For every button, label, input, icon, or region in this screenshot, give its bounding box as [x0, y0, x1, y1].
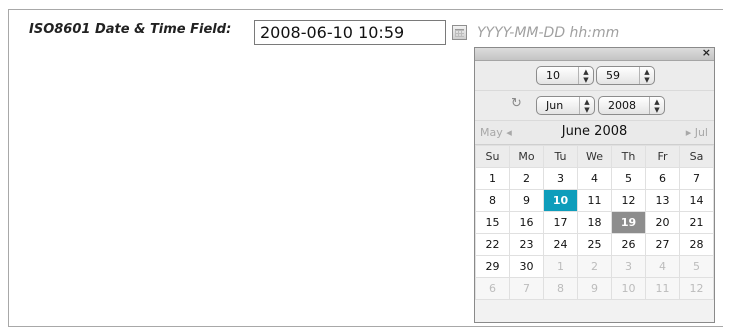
week-row: 15 16 17 18 19 20 21	[475, 211, 714, 234]
day-cell[interactable]: 25	[577, 233, 612, 256]
day-cell[interactable]: 5	[611, 167, 646, 190]
day-cell[interactable]: 6	[645, 167, 680, 190]
time-row: 10 ▲ ▼ 59 ▲ ▼	[475, 61, 714, 91]
next-month-button[interactable]: ▸ Jul	[686, 126, 708, 139]
day-cell[interactable]: 17	[543, 211, 578, 234]
day-cell[interactable]: 8	[543, 277, 578, 300]
day-cell[interactable]: 16	[509, 211, 544, 234]
day-cell[interactable]: 26	[611, 233, 646, 256]
day-cell[interactable]: 2	[577, 255, 612, 278]
year-select[interactable]: 2008 ▲ ▼	[598, 96, 665, 115]
day-cell[interactable]: 7	[509, 277, 544, 300]
day-cell[interactable]: 12	[679, 277, 714, 300]
day-cell[interactable]: 18	[577, 211, 612, 234]
week-row: 22 23 24 25 26 27 28	[475, 233, 714, 256]
day-cell[interactable]: 28	[679, 233, 714, 256]
year-value: 2008	[608, 99, 636, 112]
day-cell[interactable]: 2	[509, 167, 544, 190]
day-cell[interactable]: 3	[543, 167, 578, 190]
select-arrows-icon: ▲ ▼	[649, 97, 664, 114]
day-cell[interactable]: 5	[679, 255, 714, 278]
field-label: ISO8601 Date & Time Field:	[29, 22, 232, 37]
month-title: June 2008	[561, 124, 628, 139]
weekday-label: Mo	[509, 145, 544, 168]
weekday-label: Sa	[679, 145, 714, 168]
day-cell[interactable]: 9	[509, 189, 544, 212]
minute-select[interactable]: 59 ▲ ▼	[596, 66, 655, 85]
weekday-label: Tu	[543, 145, 578, 168]
week-row: 8 9 10 11 12 13 14	[475, 189, 714, 212]
day-cell[interactable]: 21	[679, 211, 714, 234]
weekday-header: Su Mo Tu We Th Fr Sa	[475, 145, 714, 168]
day-cell[interactable]: 6	[475, 277, 510, 300]
month-nav: May ◂ June 2008 ▸ Jul	[475, 121, 714, 145]
day-cell[interactable]: 8	[475, 189, 510, 212]
day-cell[interactable]: 1	[475, 167, 510, 190]
refresh-icon[interactable]: ↻	[511, 96, 522, 111]
day-cell[interactable]: 10	[611, 277, 646, 300]
close-icon[interactable]: ×	[702, 46, 711, 59]
month-select[interactable]: Jun ▲ ▼	[536, 96, 595, 115]
month-year-row: ↻ Jun ▲ ▼ 2008 ▲ ▼	[475, 91, 714, 121]
day-cell[interactable]: 22	[475, 233, 510, 256]
day-cell[interactable]: 15	[475, 211, 510, 234]
datetime-input[interactable]: 2008-06-10 10:59	[254, 20, 446, 45]
day-cell[interactable]: 1	[543, 255, 578, 278]
calendar-icon[interactable]	[452, 25, 467, 40]
calendar-popup: × 10 ▲ ▼ 59 ▲ ▼ ↻ Jun ▲ ▼ 2008 ▲ ▼ May ◂ Jun…	[474, 46, 715, 323]
day-cell[interactable]: 29	[475, 255, 510, 278]
weekday-label: Fr	[645, 145, 680, 168]
weekday-label: Su	[475, 145, 510, 168]
day-cell[interactable]: 20	[645, 211, 680, 234]
day-cell[interactable]: 12	[611, 189, 646, 212]
day-cell[interactable]: 13	[645, 189, 680, 212]
calendar-titlebar[interactable]: ×	[475, 46, 714, 61]
format-hint: YYYY-MM-DD hh:mm	[477, 25, 620, 41]
select-arrows-icon: ▲ ▼	[579, 97, 594, 114]
day-cell[interactable]: 23	[509, 233, 544, 256]
day-cell[interactable]: 10	[543, 189, 578, 212]
day-cell[interactable]: 4	[577, 167, 612, 190]
week-row: 1234567	[475, 167, 714, 190]
day-cell[interactable]: 19	[611, 211, 646, 234]
select-arrows-icon: ▲ ▼	[639, 67, 654, 84]
day-grid: Su Mo Tu We Th Fr Sa 1 2 3 4 5 6 7 8 9 10 11 12 13 14…	[475, 145, 714, 300]
day-cell[interactable]: 30	[509, 255, 544, 278]
week-row: 29 30 1 2 3 4 5	[475, 255, 714, 278]
day-cell[interactable]: 14	[679, 189, 714, 212]
day-cell[interactable]: 7	[679, 167, 714, 190]
hour-select[interactable]: 10 ▲ ▼	[536, 66, 594, 85]
weekday-label: Th	[611, 145, 646, 168]
day-cell[interactable]: 3	[611, 255, 646, 278]
week-row: 6 7 8 9 10 11 12	[475, 277, 714, 300]
day-cell[interactable]: 27	[645, 233, 680, 256]
day-cell[interactable]: 11	[577, 189, 612, 212]
minute-value: 59	[606, 69, 620, 82]
select-arrows-icon: ▲ ▼	[578, 67, 593, 84]
day-cell[interactable]: 24	[543, 233, 578, 256]
month-value: Jun	[546, 99, 564, 112]
weekday-label: We	[577, 145, 612, 168]
hour-value: 10	[546, 69, 560, 82]
day-cell[interactable]: 4	[645, 255, 680, 278]
day-cell[interactable]: 11	[645, 277, 680, 300]
day-cell[interactable]: 9	[577, 277, 612, 300]
